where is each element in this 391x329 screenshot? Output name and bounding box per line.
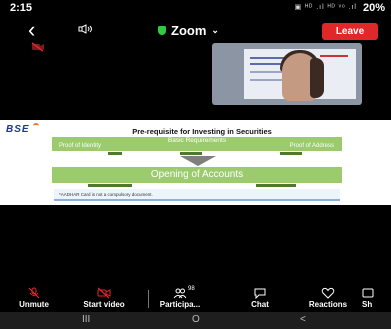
meeting-title: Zoom [171, 23, 207, 38]
bse-logo: BSE [6, 124, 30, 135]
requirements-band: Basic Requirements Proof of Identity Pro… [52, 137, 342, 151]
status-time: 2:15 [10, 2, 33, 14]
heart-icon [298, 287, 358, 300]
meeting-top-bar: ‹ Zoom ⌄ Leave [0, 18, 391, 44]
proof-identity-label: Proof of Identity [59, 143, 102, 149]
unmute-label: Unmute [19, 300, 49, 309]
home-button[interactable]: O [192, 314, 200, 325]
shield-icon [158, 26, 166, 35]
battery-level: 20% [362, 2, 385, 14]
microphone-off-icon [4, 287, 64, 300]
recents-button[interactable]: III [82, 314, 90, 325]
down-arrow-icon [180, 156, 216, 166]
system-navigation-bar: III O < [0, 312, 391, 329]
reactions-label: Reactions [308, 300, 348, 309]
aadhar-note: *AADHAR Card is not a compulsory documen… [59, 192, 153, 197]
share-icon [362, 287, 391, 300]
aadhar-note-underline [54, 199, 340, 201]
unmute-button[interactable]: Unmute [4, 287, 64, 309]
participant-video-thumbnail[interactable] [212, 43, 362, 105]
participants-label: Participa... [159, 300, 201, 309]
toolbar-divider [148, 290, 149, 308]
participants-icon [150, 287, 210, 300]
proof-address-label: Proof of Address [289, 143, 334, 149]
accounts-band: Opening of Accounts [52, 167, 342, 183]
bse-logo-swoosh [33, 123, 39, 128]
participants-count: 98 [188, 286, 195, 292]
meeting-title-dropdown[interactable]: Zoom ⌄ [158, 23, 219, 38]
accounts-link-bar-right [256, 184, 296, 187]
participant-hair-side [310, 58, 324, 98]
speaker-icon[interactable] [78, 23, 94, 37]
meeting-toolbar: Unmute Start video 98 Participa... Chat … [0, 286, 391, 311]
video-off-icon [74, 287, 134, 300]
shared-screen-slide: BSE Pre-requisite for Investing in Secur… [0, 120, 391, 205]
chevron-left-icon[interactable]: ‹ [28, 19, 35, 41]
reactions-button[interactable]: Reactions [298, 287, 358, 309]
chat-button[interactable]: Chat [230, 287, 290, 309]
start-video-button[interactable]: Start video [74, 287, 134, 309]
camera-off-icon [31, 42, 44, 52]
basic-link-bar [180, 152, 202, 155]
identity-link-bar [108, 152, 122, 155]
accounts-link-bar-left [88, 184, 132, 187]
participants-button[interactable]: 98 Participa... [150, 286, 210, 309]
chat-icon [230, 287, 290, 300]
leave-button[interactable]: Leave [322, 23, 378, 40]
share-button[interactable]: Sh [362, 287, 391, 309]
accounts-label: Opening of Accounts [150, 169, 244, 180]
back-button[interactable]: < [300, 314, 306, 325]
status-bar: 2:15 ▣ ᴴᴰ .ıl ᴴᴰ ᵛᵒ .ıl 20% [0, 0, 391, 16]
chevron-down-icon: ⌄ [211, 25, 219, 35]
address-link-bar [280, 152, 302, 155]
start-video-label: Start video [83, 300, 125, 309]
slide-title: Pre-requisite for Investing in Securitie… [132, 127, 272, 136]
chat-label: Chat [251, 300, 269, 309]
share-label: Sh [362, 300, 373, 309]
status-indicators: ▣ ᴴᴰ .ıl ᴴᴰ ᵛᵒ .ıl [294, 4, 357, 11]
aadhar-note-box: *AADHAR Card is not a compulsory documen… [54, 189, 340, 201]
